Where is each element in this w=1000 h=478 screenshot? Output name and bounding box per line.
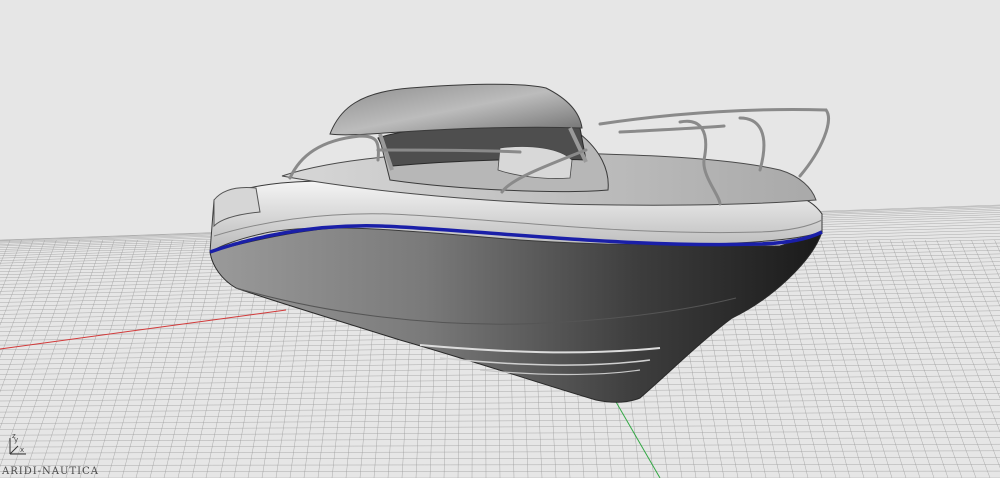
grid-line xyxy=(0,381,1000,391)
grid-line xyxy=(0,437,1000,442)
axis-label-z: z xyxy=(12,432,16,440)
grid-line xyxy=(149,239,208,478)
grid-line xyxy=(65,239,138,478)
grid-line xyxy=(901,239,991,478)
grid-line xyxy=(0,411,1000,418)
grid-line xyxy=(0,450,1000,454)
grid-line xyxy=(121,239,184,478)
viewport-scene[interactable] xyxy=(0,0,1000,478)
grid-line xyxy=(107,239,173,478)
grid-line xyxy=(0,430,1000,436)
grid-line xyxy=(797,239,865,478)
grid-line xyxy=(163,239,219,478)
render-viewport[interactable]: y x z ARIDI-NAUTICA xyxy=(0,0,1000,478)
grid-line xyxy=(0,444,1000,448)
grid-line xyxy=(820,239,893,478)
grid-line xyxy=(0,424,1000,430)
grid-line xyxy=(890,239,977,478)
grid-line xyxy=(809,239,879,478)
grid-line xyxy=(959,239,1000,337)
grid-line xyxy=(0,457,1000,460)
grid-line xyxy=(982,239,1000,280)
axis-label-x: x xyxy=(20,446,25,454)
watermark-text: ARIDI-NAUTICA xyxy=(2,466,99,477)
grid-line xyxy=(971,239,1000,307)
grid-line xyxy=(785,239,851,478)
grid-line xyxy=(0,375,1000,386)
grid-line xyxy=(948,239,1000,367)
boat-model[interactable] xyxy=(209,83,830,403)
grid-line xyxy=(135,239,196,478)
hull xyxy=(209,224,823,403)
y-axis-line xyxy=(611,394,661,478)
grid-line xyxy=(93,239,161,478)
grid-line xyxy=(0,405,1000,413)
hardtop xyxy=(329,83,583,136)
grid-line xyxy=(0,399,1000,407)
